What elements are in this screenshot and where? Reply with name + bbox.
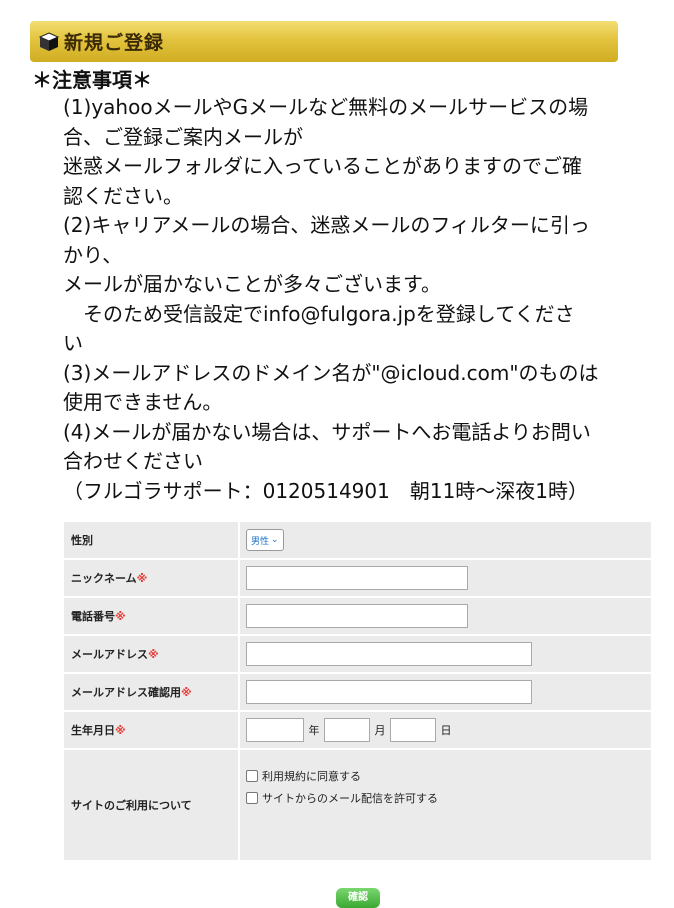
- form-row-site-usage: サイトのご利用について 利用規約に同意する サイトからのメール配信を許可する: [64, 750, 651, 862]
- notice-line: 迷惑メールフォルダに入っていることがありますのでご確: [63, 154, 582, 178]
- email-label: メールアドレス※: [64, 636, 240, 674]
- notice-body: (1)yahooメールやGメールなど無料のメールサービスの場 合、ご登録ご案内メ…: [63, 93, 653, 506]
- notice-line: （フルゴラサポート：0120514901 朝11時〜深夜1時）: [63, 478, 589, 503]
- form-row-phone: 電話番号※: [64, 598, 651, 636]
- day-unit: 日: [440, 724, 452, 737]
- year-unit: 年: [308, 724, 320, 737]
- agree-terms-row[interactable]: 利用規約に同意する: [246, 768, 650, 784]
- notice-line: い: [63, 331, 83, 355]
- birth-month-input[interactable]: [324, 718, 370, 742]
- notice-line: 合、ご登録ご案内メールが: [63, 124, 303, 149]
- form-row-gender: 性別 男性 ⌄: [64, 522, 651, 560]
- notice-line: (1)yahooメールやGメールなど無料のメールサービスの場: [63, 95, 589, 119]
- gender-select[interactable]: 男性 ⌄: [246, 529, 284, 551]
- required-mark: ※: [115, 724, 126, 737]
- nickname-label: ニックネーム※: [64, 560, 240, 598]
- notice-line: (2)キャリアメールの場合、迷惑メールのフィルターに引っ: [63, 213, 590, 237]
- phone-label: 電話番号※: [64, 598, 240, 636]
- phone-input[interactable]: [246, 604, 468, 628]
- allow-mail-checkbox[interactable]: [246, 792, 258, 804]
- notice-line: (4)メールが届かない場合は、サポートへお電話よりお問い: [63, 419, 591, 444]
- notice-title: ＊注意事項＊: [32, 68, 152, 92]
- form-row-email-confirm: メールアドレス確認用※: [64, 674, 651, 712]
- notice-line: 使用できません。: [63, 390, 223, 414]
- page-title: 新規ご登録: [64, 32, 165, 54]
- required-mark: ※: [181, 686, 192, 699]
- gender-label: 性別: [64, 522, 240, 560]
- agree-terms-checkbox[interactable]: [246, 770, 258, 782]
- notice-line: 認ください。: [63, 183, 183, 208]
- required-mark: ※: [136, 572, 148, 585]
- agree-terms-label: 利用規約に同意する: [262, 770, 361, 783]
- notice-line: かり、: [63, 242, 123, 267]
- birth-day-input[interactable]: [390, 718, 436, 742]
- email-input[interactable]: [246, 642, 532, 666]
- form-row-birthday: 生年月日※ 年 月 日: [64, 712, 651, 750]
- nickname-input[interactable]: [246, 566, 468, 590]
- form-row-nickname: ニックネーム※: [64, 560, 651, 598]
- allow-mail-row[interactable]: サイトからのメール配信を許可する: [246, 790, 650, 806]
- birthday-label: 生年月日※: [64, 712, 240, 750]
- registration-form: 性別 男性 ⌄ ニックネーム※ 電話番号※ メールアドレス※ メールアドレス確認…: [64, 522, 651, 862]
- page-header: 新規ご登録: [30, 21, 618, 62]
- confirm-button[interactable]: 確認: [336, 888, 380, 908]
- notice-line: メールが届かないことが多々ございます。: [63, 272, 441, 296]
- notice-line: (3)メールアドレスのドメイン名が"@icloud.com"のものは: [63, 360, 599, 385]
- required-mark: ※: [148, 648, 159, 661]
- required-mark: ※: [115, 610, 126, 623]
- allow-mail-label: サイトからのメール配信を許可する: [262, 792, 438, 805]
- birth-year-input[interactable]: [246, 718, 304, 742]
- email-confirm-label: メールアドレス確認用※: [64, 674, 240, 712]
- form-row-email: メールアドレス※: [64, 636, 651, 674]
- site-usage-label: サイトのご利用について: [64, 750, 240, 862]
- box-icon: [38, 31, 60, 51]
- notice-line: 合わせください: [63, 449, 203, 473]
- chevron-down-icon: ⌄: [271, 535, 279, 545]
- month-unit: 月: [374, 724, 386, 737]
- notice-line: そのため受信設定でinfo@fulgora.jpを登録してくださ: [63, 301, 575, 326]
- email-confirm-input[interactable]: [246, 680, 532, 704]
